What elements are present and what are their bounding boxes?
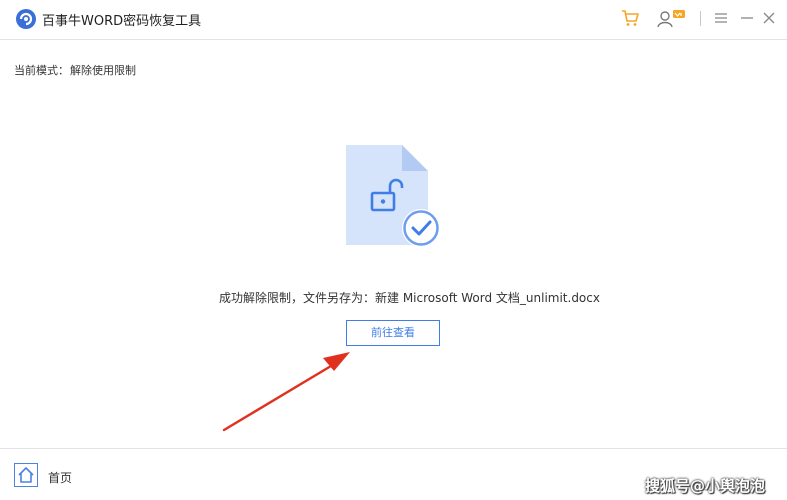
home-label[interactable]: 首页 <box>48 469 72 486</box>
watermark-text: 搜狐号@小舆泡泡 <box>645 477 766 495</box>
home-button[interactable] <box>14 463 38 487</box>
red-arrow-annotation <box>222 352 350 432</box>
home-icon <box>18 467 34 483</box>
